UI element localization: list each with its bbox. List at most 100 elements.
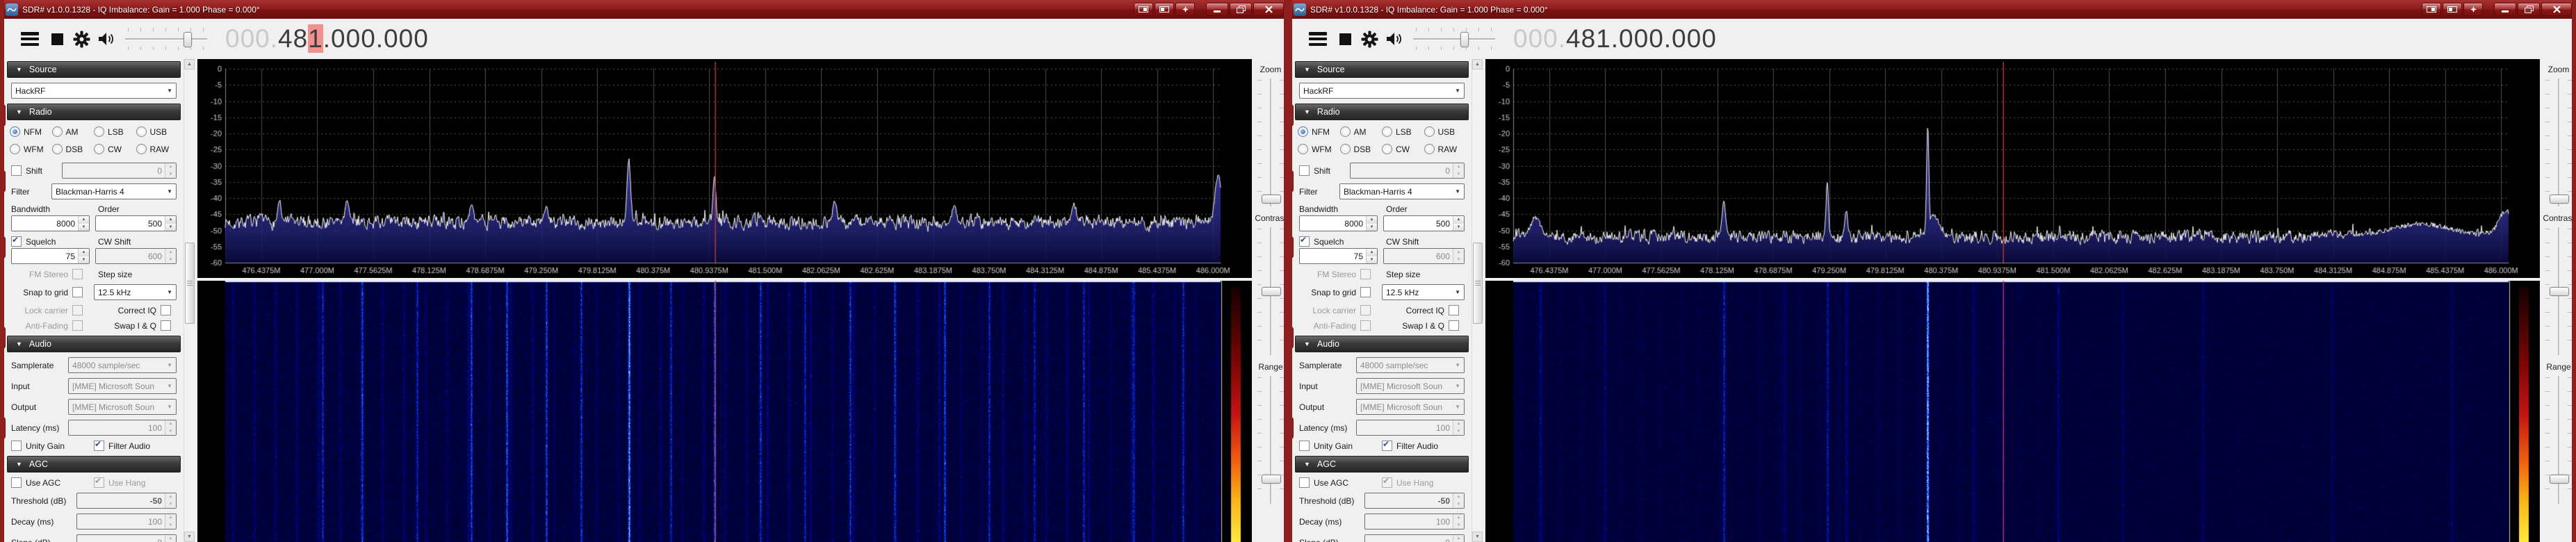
waterfall-display[interactable] <box>197 281 1252 542</box>
cw-shift-input[interactable]: 600▲▼ <box>1383 248 1465 264</box>
mode-radio-nfm[interactable]: NFM <box>10 126 52 137</box>
radio-panel-header[interactable]: ▼ Radio <box>1295 104 1469 120</box>
mode-radio-lsb[interactable]: LSB <box>1382 126 1424 137</box>
minimize-button[interactable] <box>2494 3 2516 16</box>
mode-radio-raw[interactable]: RAW <box>1424 144 1467 154</box>
mode-radio-raw[interactable]: RAW <box>136 144 179 154</box>
mode-radio-am[interactable]: AM <box>1340 126 1383 137</box>
snap-to-grid-checkbox[interactable]: ✔ <box>1360 287 1371 297</box>
spectrum-display[interactable] <box>197 59 1252 278</box>
spinner-arrows[interactable]: ▲▼ <box>1453 163 1464 178</box>
source-panel-header[interactable]: ▼ Source <box>1295 61 1469 78</box>
anti-fading-checkbox[interactable]: ✔ <box>72 320 83 331</box>
volume-thumb[interactable] <box>184 32 192 47</box>
agc-slope-input[interactable]: 0▲▼ <box>76 534 177 542</box>
frequency-digit[interactable]: 0 <box>241 24 256 53</box>
range-slider-thumb[interactable] <box>2550 475 2569 484</box>
settings-gear-button[interactable] <box>1361 31 1378 48</box>
spinner-arrows[interactable]: ▲▼ <box>165 493 176 508</box>
filter-select[interactable]: Blackman-Harris 4 ▼ <box>1339 183 1465 199</box>
menu-button[interactable] <box>19 31 40 47</box>
frequency-digit[interactable]: . <box>1558 24 1566 53</box>
mode-radio-dsb[interactable]: DSB <box>1340 144 1383 154</box>
spinner-arrows[interactable]: ▲▼ <box>78 249 89 263</box>
pin-button[interactable] <box>1175 3 1195 16</box>
lock-carrier-checkbox[interactable]: ✔ <box>72 305 83 315</box>
volume-slider[interactable] <box>1413 27 1495 51</box>
samplerate-select[interactable]: 48000 sample/sec▼ <box>1356 357 1465 373</box>
audio-input-select[interactable]: [MME] Microsoft Soun▼ <box>1356 378 1465 394</box>
waterfall-display[interactable] <box>1485 281 2540 542</box>
sidebar-scrollbar[interactable]: ▲ ▼ <box>184 59 195 542</box>
spinner-arrows[interactable]: ▲▼ <box>1453 535 1464 542</box>
mode-radio-wfm[interactable]: WFM <box>10 144 52 154</box>
frequency-digit[interactable]: . <box>376 24 384 53</box>
agc-slope-input[interactable]: 0▲▼ <box>1364 534 1465 542</box>
spinner-arrows[interactable]: ▲▼ <box>165 163 176 178</box>
filter-audio-checkbox[interactable]: ✔ <box>94 441 104 451</box>
correct-iq-checkbox[interactable]: ✔ <box>161 305 171 315</box>
order-input[interactable]: 500▲▼ <box>1383 215 1465 231</box>
zoom-slider[interactable] <box>2541 77 2576 208</box>
restore-button[interactable] <box>2518 3 2540 16</box>
squelch-input[interactable]: 75▲▼ <box>11 248 90 264</box>
dock-right-button[interactable] <box>2443 3 2462 16</box>
spinner-arrows[interactable]: ▲▼ <box>165 249 176 263</box>
frequency-display[interactable]: 000.481.000.000 <box>225 24 429 54</box>
use-agc-checkbox[interactable]: ✔ <box>1299 477 1310 488</box>
dock-left-button[interactable] <box>1134 3 1153 16</box>
frequency-digit[interactable]: 0 <box>384 24 399 53</box>
frequency-digit[interactable]: 4 <box>1566 24 1581 53</box>
frequency-digit[interactable]: 0 <box>361 24 376 53</box>
shift-input[interactable]: 0 ▲▼ <box>62 163 177 179</box>
volume-slider[interactable] <box>125 27 207 51</box>
frequency-digit[interactable]: 4 <box>278 24 293 53</box>
shift-checkbox[interactable]: ✔ <box>1299 165 1310 176</box>
spinner-arrows[interactable]: ▲▼ <box>165 216 176 231</box>
frequency-digit[interactable]: . <box>323 24 331 53</box>
spinner-arrows[interactable]: ▲▼ <box>165 420 176 435</box>
frequency-digit[interactable]: 0 <box>1649 24 1664 53</box>
frequency-display[interactable]: 000.481.000.000 <box>1513 24 1717 54</box>
frequency-digit[interactable]: 0 <box>331 24 346 53</box>
samplerate-select[interactable]: 48000 sample/sec▼ <box>68 357 177 373</box>
zoom-slider-thumb[interactable] <box>1262 195 1281 204</box>
volume-thumb[interactable] <box>1460 32 1469 47</box>
zoom-slider[interactable] <box>1253 77 1288 208</box>
bandwidth-input[interactable]: 8000▲▼ <box>11 215 90 231</box>
scroll-thumb[interactable] <box>185 243 195 324</box>
agc-threshold-input[interactable]: -50▲▼ <box>76 493 177 509</box>
anti-fading-checkbox[interactable]: ✔ <box>1360 320 1371 331</box>
frequency-digit[interactable]: 0 <box>346 24 361 53</box>
mode-radio-cw[interactable]: CW <box>1382 144 1424 154</box>
contrast-slider[interactable] <box>2541 226 2576 356</box>
range-slider[interactable] <box>1253 375 1288 505</box>
frequency-digit[interactable]: 1 <box>1596 24 1611 53</box>
minimize-button[interactable] <box>1206 3 1228 16</box>
mode-radio-wfm[interactable]: WFM <box>1298 144 1340 154</box>
unity-gain-checkbox[interactable]: ✔ <box>1299 441 1310 451</box>
correct-iq-checkbox[interactable]: ✔ <box>1449 305 1459 315</box>
swap-iq-checkbox[interactable]: ✔ <box>1449 320 1459 331</box>
speaker-button[interactable] <box>97 31 115 47</box>
fm-stereo-checkbox[interactable]: ✔ <box>1360 269 1371 279</box>
bandwidth-input[interactable]: 8000▲▼ <box>1299 215 1378 231</box>
frequency-digit[interactable]: . <box>270 24 278 53</box>
frequency-digit[interactable]: 0 <box>399 24 414 53</box>
sidebar-scrollbar[interactable]: ▲ ▼ <box>1472 59 1483 542</box>
mode-radio-dsb[interactable]: DSB <box>52 144 95 154</box>
spinner-arrows[interactable]: ▲▼ <box>1366 216 1377 231</box>
audio-panel-header[interactable]: ▼ Audio <box>7 336 181 352</box>
scroll-down-arrow[interactable]: ▼ <box>184 532 195 542</box>
frequency-digit[interactable]: 0 <box>1634 24 1649 53</box>
spinner-arrows[interactable]: ▲▼ <box>1453 216 1464 231</box>
spinner-arrows[interactable]: ▲▼ <box>165 535 176 542</box>
contrast-slider-thumb[interactable] <box>2550 287 2569 296</box>
latency-input[interactable]: 100▲▼ <box>68 420 177 436</box>
frequency-digit[interactable]: 8 <box>1581 24 1597 53</box>
cw-shift-input[interactable]: 600▲▼ <box>95 248 177 264</box>
frequency-digit[interactable]: 0 <box>225 24 241 53</box>
frequency-digit[interactable]: 0 <box>1619 24 1634 53</box>
range-slider-thumb[interactable] <box>1262 475 1281 484</box>
source-panel-header[interactable]: ▼ Source <box>7 61 181 78</box>
